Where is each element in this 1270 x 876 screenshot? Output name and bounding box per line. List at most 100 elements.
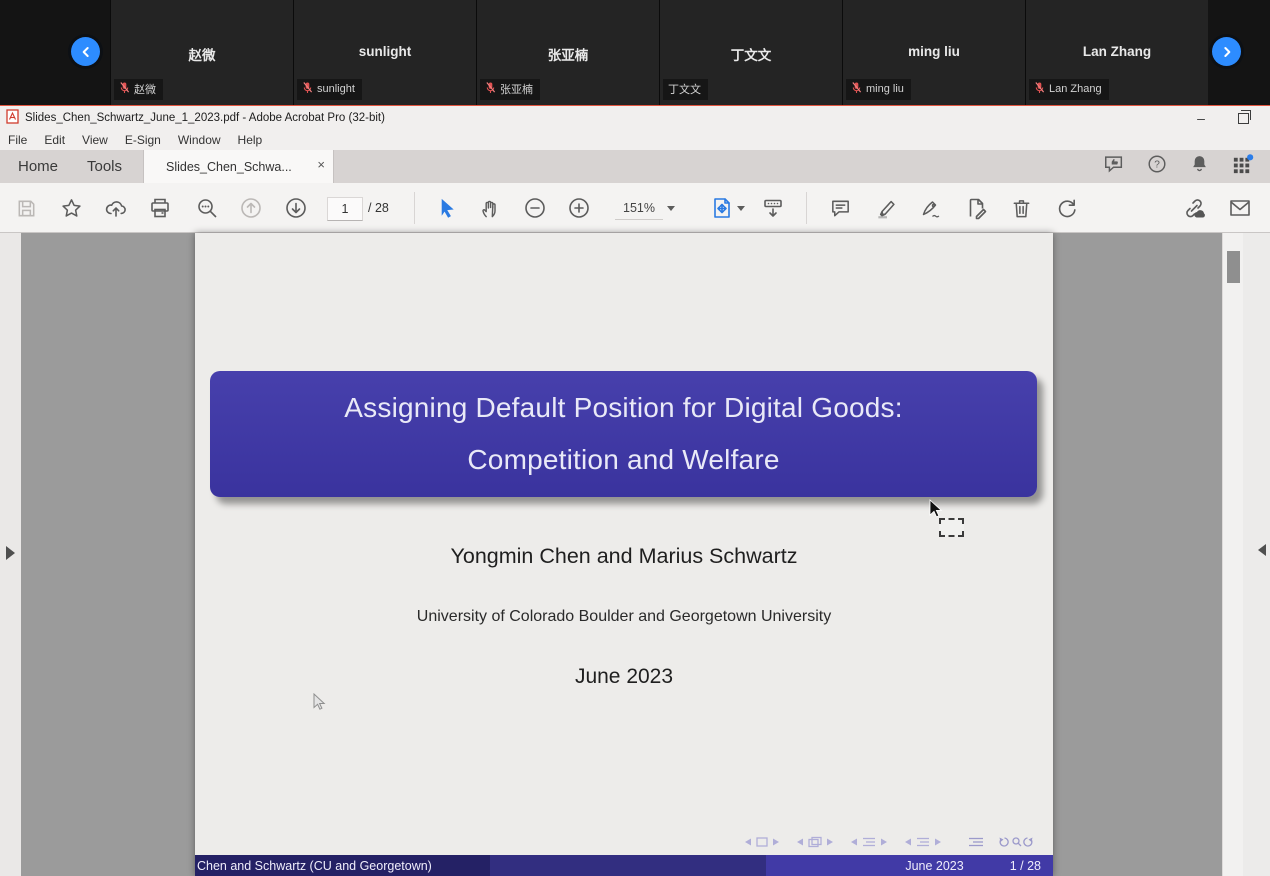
snapshot-marquee-icon (939, 518, 964, 537)
notifications-bell-icon[interactable] (1189, 153, 1210, 180)
gallery-prev-button[interactable] (71, 37, 100, 66)
slide-authors: Yongmin Chen and Marius Schwartz (195, 544, 1053, 569)
participant-label: 丁文文 (663, 79, 708, 100)
menubar: File Edit View E-Sign Window Help (0, 129, 1270, 150)
footline-page-number: 1 / 28 (1010, 859, 1041, 873)
participant-label: sunlight (297, 79, 362, 100)
slide-affiliation: University of Colorado Boulder and Georg… (195, 608, 1053, 626)
window-titlebar[interactable]: Slides_Chen_Schwartz_June_1_2023.pdf - A… (0, 105, 1270, 130)
expand-right-pane-icon[interactable] (1252, 544, 1266, 556)
comment-button[interactable] (828, 196, 852, 220)
participant-label-text: sunlight (317, 83, 355, 95)
muted-mic-icon (485, 81, 496, 97)
star-button[interactable] (59, 196, 83, 220)
page-count-label: / 28 (368, 197, 389, 219)
zoom-in-button[interactable] (567, 196, 591, 220)
share-link-button[interactable] (1182, 196, 1206, 220)
apps-grid-icon[interactable] (1231, 153, 1254, 181)
chevron-right-icon (1219, 44, 1235, 60)
edit-page-button[interactable] (964, 196, 988, 220)
svg-text:?: ? (1154, 160, 1160, 171)
fit-page-dropdown-caret[interactable] (737, 206, 745, 215)
beamer-history-icons (1000, 838, 1033, 847)
menu-file[interactable]: File (8, 133, 27, 147)
tab-close-icon[interactable]: × (317, 158, 325, 171)
expand-left-pane-icon[interactable] (6, 546, 22, 560)
hand-tool-button[interactable] (478, 196, 502, 220)
feedback-icon[interactable] (1103, 153, 1125, 180)
chevron-left-icon (78, 44, 94, 60)
menu-window[interactable]: Window (178, 133, 221, 147)
delete-pages-button[interactable] (1009, 196, 1033, 220)
select-tool-button[interactable] (434, 196, 458, 220)
video-strip: 赵微 赵微 sunlight sunlight 张亚楠 张亚楠 丁文文 丁文文 (0, 0, 1270, 105)
print-button[interactable] (148, 196, 172, 220)
fit-page-button[interactable] (710, 196, 734, 220)
participant-name: 张亚楠 (477, 44, 659, 64)
participant-label-text: ming liu (866, 83, 904, 95)
tab-tools[interactable]: Tools (87, 150, 122, 183)
highlight-button[interactable] (874, 196, 898, 220)
restore-button[interactable] (1226, 106, 1260, 130)
menu-esign[interactable]: E-Sign (125, 133, 161, 147)
page-number-input[interactable]: 1 (327, 197, 363, 221)
right-panel-strip[interactable] (1243, 233, 1270, 876)
main-toolbar: 1 / 28 151% (0, 183, 1270, 233)
beamer-prev-frame-icon (745, 839, 751, 846)
participant-label: ming liu (846, 79, 911, 100)
window-title: Slides_Chen_Schwartz_June_1_2023.pdf - A… (25, 112, 385, 124)
participant-label: 赵微 (114, 79, 163, 100)
zoom-level-value[interactable]: 151% (615, 197, 663, 220)
search-button[interactable] (195, 196, 219, 220)
participant-tile[interactable]: sunlight sunlight (293, 0, 476, 105)
save-button[interactable] (14, 196, 38, 220)
fill-sign-button[interactable] (919, 196, 943, 220)
muted-mic-icon (851, 81, 862, 97)
share-cloud-button[interactable] (104, 196, 128, 220)
scrollbar-thumb[interactable] (1227, 251, 1240, 283)
muted-mic-icon (1034, 81, 1045, 97)
toolbar-separator (414, 192, 415, 224)
participant-name: sunlight (294, 44, 476, 59)
beamer-navigation-bar[interactable] (743, 835, 1033, 854)
minimize-button[interactable]: – (1184, 106, 1218, 130)
help-icon[interactable]: ? (1146, 153, 1168, 180)
menu-view[interactable]: View (82, 133, 108, 147)
muted-mic-icon (119, 81, 130, 97)
vertical-scrollbar[interactable] (1222, 233, 1244, 876)
participant-label-text: Lan Zhang (1049, 83, 1102, 95)
toolbar-dock-button[interactable] (761, 196, 785, 220)
muted-mic-icon (302, 81, 313, 97)
zoom-out-button[interactable] (523, 196, 547, 220)
participant-label-text: 赵微 (134, 81, 156, 97)
participant-tile[interactable]: 赵微 赵微 (110, 0, 293, 105)
gallery-next-button[interactable] (1212, 37, 1241, 66)
footline-authors: Chen and Schwartz (CU and Georgetown) (195, 855, 490, 876)
rotate-button[interactable] (1054, 196, 1078, 220)
participant-name: 丁文文 (660, 44, 842, 64)
beamer-next-frame-icon (773, 839, 779, 846)
email-button[interactable] (1228, 196, 1252, 220)
screen: 赵微 赵微 sunlight sunlight 张亚楠 张亚楠 丁文文 丁文文 (0, 0, 1270, 876)
slide-title-line1: Assigning Default Position for Digital G… (344, 392, 902, 424)
tab-home[interactable]: Home (18, 150, 58, 183)
menu-help[interactable]: Help (238, 133, 263, 147)
zoom-dropdown-caret[interactable] (667, 206, 675, 215)
slide-footline: Chen and Schwartz (CU and Georgetown) Ju… (195, 855, 1053, 876)
participant-tile[interactable]: Lan Zhang Lan Zhang (1025, 0, 1208, 105)
participant-label: Lan Zhang (1029, 79, 1109, 100)
left-panel-strip[interactable] (0, 233, 21, 876)
participant-tile[interactable]: ming liu ming liu (842, 0, 1025, 105)
toolbar-separator (806, 192, 807, 224)
participant-name: ming liu (843, 44, 1025, 59)
previous-page-button[interactable] (239, 196, 263, 220)
slide-title-box: Assigning Default Position for Digital G… (210, 371, 1037, 497)
participant-name: Lan Zhang (1026, 44, 1208, 59)
participant-tile[interactable]: 张亚楠 张亚楠 (476, 0, 659, 105)
next-page-button[interactable] (284, 196, 308, 220)
participant-tile[interactable]: 丁文文 丁文文 (659, 0, 842, 105)
tab-document[interactable]: Slides_Chen_Schwa... × (143, 150, 334, 183)
slide-title-line2: Competition and Welfare (467, 444, 779, 476)
pdf-page[interactable]: Assigning Default Position for Digital G… (195, 233, 1053, 876)
menu-edit[interactable]: Edit (44, 133, 65, 147)
